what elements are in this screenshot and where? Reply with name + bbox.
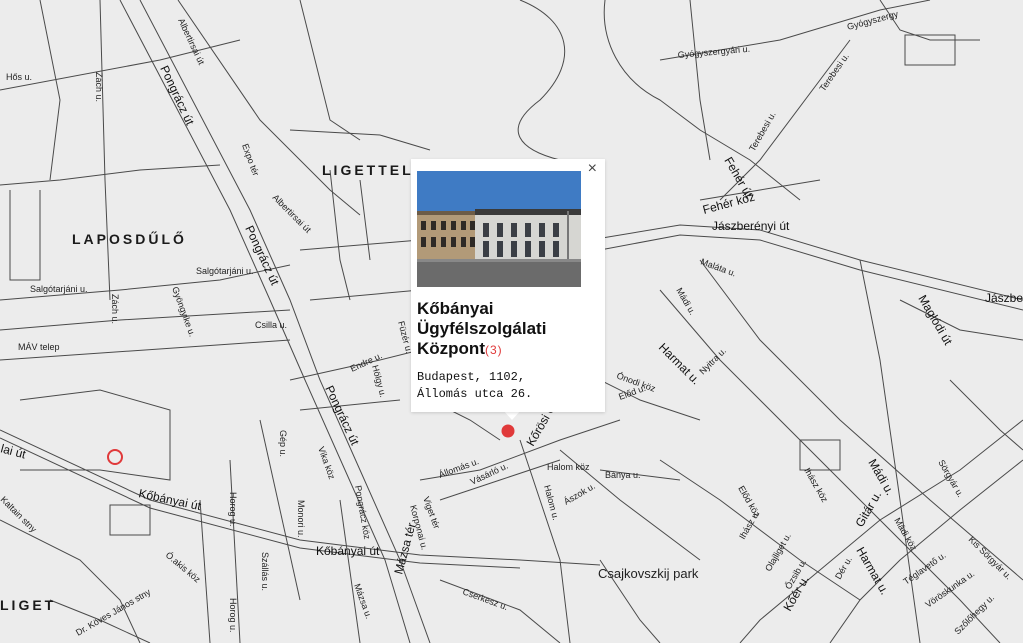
street-label: Monori u. <box>296 500 306 538</box>
street-label: Halom köz <box>547 462 590 472</box>
street-label: Salgótarjáni u. <box>196 266 254 276</box>
street-label: Kőbányai út <box>316 544 380 558</box>
street-label: Jászberényi út <box>712 219 790 233</box>
street-label: Horog u. <box>228 492 238 527</box>
district-label-laposdulo: LAPOSDŰLŐ <box>72 230 187 247</box>
popup-address: Budapest, 1102, Állomás utca 26. <box>417 369 603 403</box>
close-icon[interactable]: × <box>588 161 597 177</box>
street-label: Zách u. <box>110 294 120 324</box>
street-label: MÁV telep <box>18 342 60 352</box>
street-label: Gép u. <box>278 430 288 457</box>
address-line-1: Budapest, 1102, <box>417 370 526 384</box>
street-label: Szállás u. <box>260 552 270 591</box>
street-label: Salgótarjáni u. <box>30 284 88 294</box>
location-photo <box>417 171 581 287</box>
location-name: Kőbányai Ügyfélszolgálati Központ <box>417 299 547 358</box>
street-label: Hős u. <box>6 72 32 82</box>
location-marker-selected[interactable] <box>501 424 515 438</box>
street-label: Zách u. <box>94 72 104 102</box>
park-label: Csajkovszkij park <box>598 566 699 581</box>
location-popup: × Kőbányai Ügyfélszolgálati Központ(3) B… <box>411 159 605 412</box>
popup-title: Kőbányai Ügyfélszolgálati Központ(3) <box>417 299 603 360</box>
district-label-liget: LIGET <box>0 597 56 613</box>
street-label: Csilla u. <box>255 320 287 330</box>
street-label: Horog u. <box>228 598 238 633</box>
address-line-2: Állomás utca 26. <box>417 387 533 401</box>
location-count: (3) <box>484 343 503 357</box>
street-label: Bánya u. <box>605 470 641 480</box>
street-label: Jászbe <box>985 291 1023 305</box>
